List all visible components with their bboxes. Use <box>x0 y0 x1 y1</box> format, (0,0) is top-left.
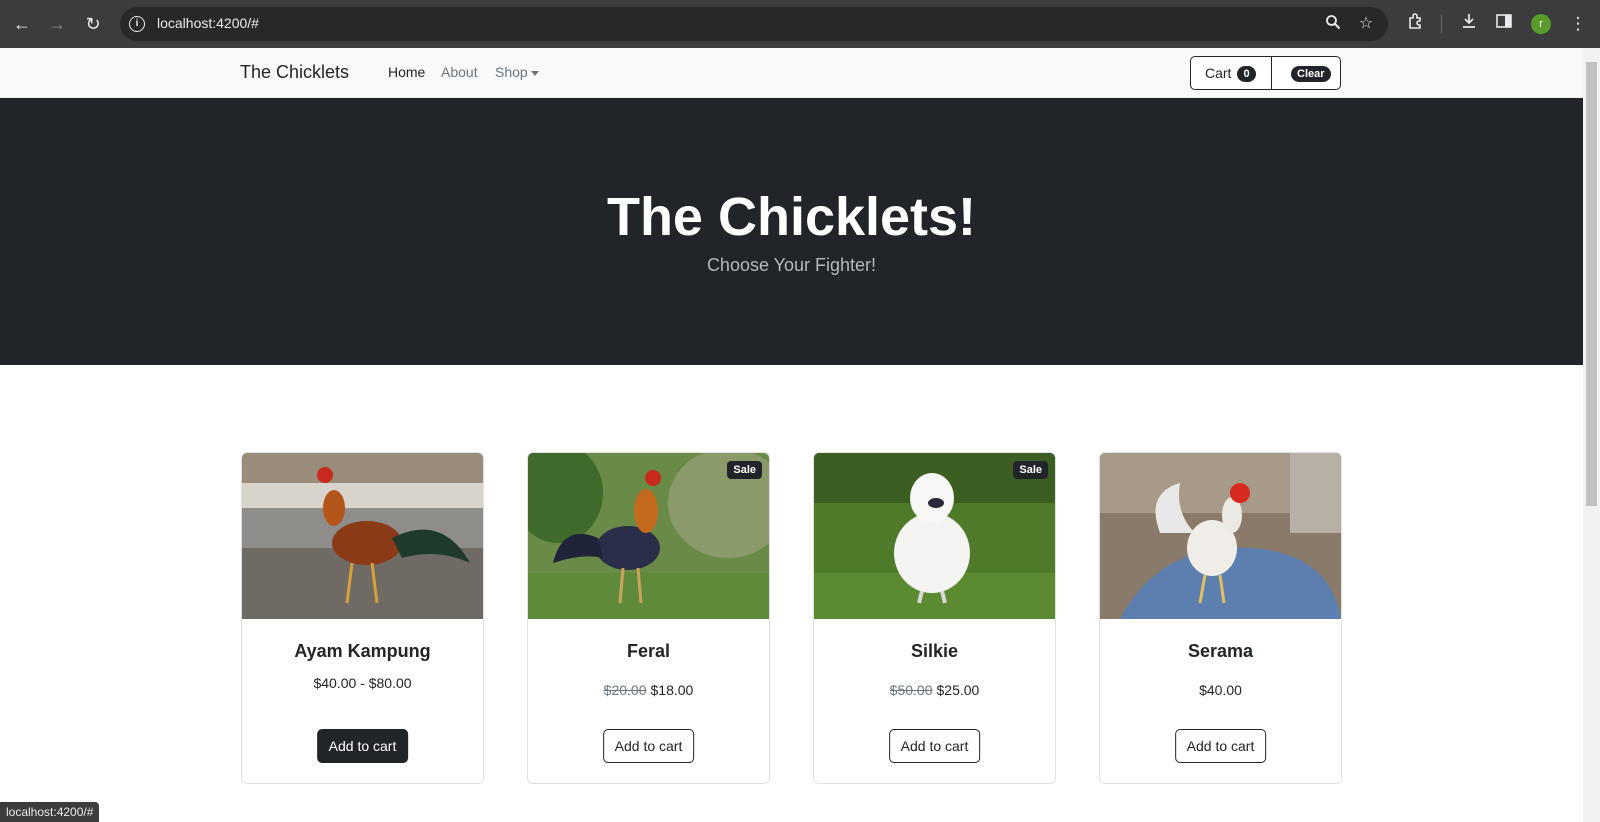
product-card: Serama $40.00 Add to cart <box>1099 452 1342 784</box>
forward-arrow-icon[interactable]: → <box>45 12 69 36</box>
site-brand[interactable]: The Chicklets <box>240 62 349 83</box>
sale-badge: Sale <box>1013 461 1048 479</box>
add-to-cart-button[interactable]: Add to cart <box>1174 729 1267 763</box>
nav-shop-dropdown[interactable]: Shop <box>495 64 539 80</box>
profile-avatar[interactable]: r <box>1531 14 1551 34</box>
address-url[interactable]: localhost:4200/# <box>157 15 259 31</box>
toolbar-divider <box>1441 15 1442 33</box>
cart-count-badge: 0 <box>1237 66 1256 82</box>
product-title[interactable]: Silkie <box>814 641 1055 662</box>
original-price: $20.00 <box>603 682 647 698</box>
add-to-cart-button[interactable]: Add to cart <box>602 729 695 763</box>
hero-title: The Chicklets! <box>606 187 977 247</box>
product-title[interactable]: Serama <box>1100 641 1341 662</box>
sale-badge: Sale <box>727 461 762 479</box>
product-image-serama <box>1100 453 1341 619</box>
hero-banner: The Chicklets! Choose Your Fighter! <box>0 98 1583 365</box>
cart-label: Cart <box>1205 65 1232 81</box>
product-price-group: $20.00 $18.00 <box>528 682 769 698</box>
link-status-bar: localhost:4200/# <box>0 802 100 822</box>
sale-price: $18.00 <box>650 682 694 698</box>
bookmark-star-icon[interactable]: ☆ <box>1356 14 1376 34</box>
clear-cart-button[interactable]: Clear <box>1271 56 1341 90</box>
add-to-cart-button[interactable]: Add to cart <box>888 729 981 763</box>
site-navbar: The Chicklets Home About Shop Cart 0 Clea… <box>0 48 1583 98</box>
zoom-icon[interactable] <box>1323 14 1343 34</box>
browser-toolbar: ← → ↻ i localhost:4200/# ☆ r ⋮ <box>0 0 1600 48</box>
original-price: $50.00 <box>889 682 933 698</box>
clear-badge: Clear <box>1291 66 1331 82</box>
nav-shop-label: Shop <box>495 64 528 80</box>
extensions-icon[interactable] <box>1404 12 1428 36</box>
product-card: Sale Silkie $50.00 $25.00 Add to cart <box>813 452 1056 784</box>
nav-about[interactable]: About <box>441 64 478 80</box>
product-price-group: $50.00 $25.00 <box>814 682 1055 698</box>
address-bar[interactable]: i localhost:4200/# ☆ <box>120 7 1388 41</box>
product-price: $40.00 - $80.00 <box>313 675 412 691</box>
nav-home[interactable]: Home <box>388 64 425 80</box>
caret-down-icon <box>530 70 539 76</box>
product-title[interactable]: Ayam Kampung <box>242 641 483 662</box>
sale-price: $25.00 <box>936 682 980 698</box>
page-scrollbar[interactable] <box>1583 48 1600 822</box>
product-card: Ayam Kampung $40.00 - $80.00 Add to cart <box>241 452 484 784</box>
download-icon[interactable] <box>1457 12 1481 36</box>
hero-subtitle: Choose Your Fighter! <box>706 255 877 275</box>
add-to-cart-button[interactable]: Add to cart <box>316 729 409 763</box>
product-price: $40.00 <box>1199 682 1242 698</box>
back-arrow-icon[interactable]: ← <box>10 12 34 36</box>
reload-icon[interactable]: ↻ <box>81 12 105 36</box>
scrollbar-thumb[interactable] <box>1586 62 1597 506</box>
product-title[interactable]: Feral <box>528 641 769 662</box>
side-panel-icon[interactable] <box>1492 12 1516 36</box>
product-card: Sale Feral $20.00 $18.00 Add to cart <box>527 452 770 784</box>
product-image-ayam-kampung <box>242 453 483 619</box>
site-info-icon[interactable]: i <box>129 16 145 32</box>
menu-kebab-icon[interactable]: ⋮ <box>1566 12 1590 36</box>
cart-button[interactable]: Cart 0 <box>1190 56 1272 90</box>
